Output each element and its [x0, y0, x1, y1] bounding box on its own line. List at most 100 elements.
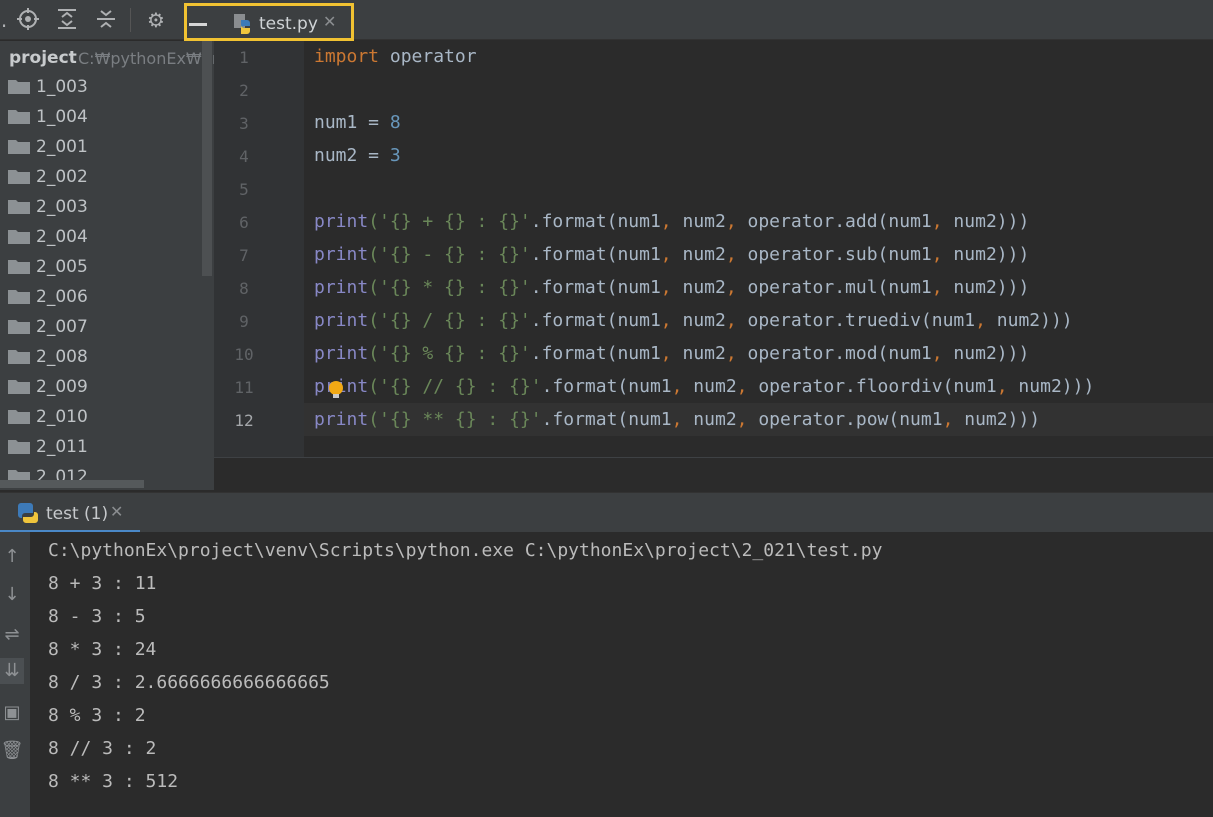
argument: num2)))	[942, 244, 1030, 265]
operator-call: operator.mul(num1	[736, 277, 932, 298]
argument: num2)))	[985, 310, 1073, 331]
folder-icon	[8, 170, 30, 184]
line-number: 3	[239, 114, 249, 133]
line-number: 2	[239, 81, 249, 100]
collapse-all-icon[interactable]	[94, 8, 118, 32]
code-line: print('{} + {} : {}'.format(num1, num2, …	[314, 211, 1030, 232]
tree-folder-item[interactable]: 2_007	[0, 313, 200, 343]
number-literal: 3	[389, 145, 401, 166]
tree-folder-item[interactable]: 2_006	[0, 283, 200, 313]
assignment: num1 =	[314, 112, 390, 133]
tree-folder-item[interactable]: 2_008	[0, 343, 200, 373]
format-call: .format(num1	[530, 211, 661, 232]
locate-icon[interactable]	[16, 8, 40, 32]
tree-folder-item[interactable]: 2_010	[0, 403, 200, 433]
run-tab[interactable]: test (1) ✕	[0, 493, 140, 533]
tree-folder-item[interactable]: 2_011	[0, 433, 200, 463]
code-editor[interactable]: import operator num1 = 8 num2 = 3 print('{}…	[304, 41, 1213, 457]
console-side-toolbar: ↑ ↓ ⇌ ⇊ ▣ 🗑	[0, 532, 30, 817]
tree-item-label: 2_008	[36, 347, 88, 367]
keyword: import	[314, 46, 380, 67]
close-tab-icon[interactable]: ✕	[323, 12, 336, 31]
builtin-function: print	[314, 244, 369, 265]
string-literal: ('{} - {} : {}'	[368, 244, 531, 265]
code-line: num2 = 3	[314, 145, 401, 166]
intention-bulb-icon[interactable]	[329, 381, 343, 398]
folder-icon	[8, 410, 30, 424]
operator-call: operator.mod(num1	[736, 343, 932, 364]
format-call: .format(num1	[541, 409, 672, 430]
builtin-function: print	[314, 277, 369, 298]
run-tab-label: test (1)	[46, 504, 109, 524]
tree-item-label: 2_009	[36, 377, 88, 397]
operator-call: operator.pow(num1	[747, 409, 943, 430]
tree-folder-item[interactable]: 2_003	[0, 193, 200, 223]
print-icon[interactable]: ▣	[0, 700, 24, 726]
tree-item-label: 2_005	[36, 257, 88, 277]
settings-icon[interactable]: ⚙	[144, 8, 168, 32]
code-line: print('{} - {} : {}'.format(num1, num2, …	[314, 244, 1030, 265]
assignment: num2 =	[314, 145, 390, 166]
folder-icon	[8, 200, 30, 214]
tab-label: test.py	[259, 14, 318, 34]
console-output-line: 8 + 3 : 11	[48, 573, 157, 594]
tree-item-label: 2_010	[36, 407, 88, 427]
string-literal: ('{} * {} : {}'	[368, 277, 531, 298]
down-arrow-icon[interactable]: ↓	[0, 582, 24, 608]
string-literal: ('{} % {} : {}'	[368, 343, 531, 364]
line-number: 5	[239, 180, 249, 199]
code-line: print('{} ** {} : {}'.format(num1, num2,…	[314, 409, 1041, 430]
folder-icon	[8, 440, 30, 454]
tree-item-label: 1_003	[36, 77, 88, 97]
tab-test-py[interactable]: test.py ✕	[184, 3, 354, 41]
trash-icon[interactable]: 🗑	[0, 738, 24, 764]
number-literal: 8	[389, 112, 401, 133]
tree-item-label: 2_001	[36, 137, 88, 157]
line-number: 12	[234, 411, 254, 430]
toolbar: . ⚙ test.py ✕	[0, 0, 1213, 41]
console-output-line: 8 / 3 : 2.6666666666666665	[48, 672, 330, 693]
run-console[interactable]: C:\pythonEx\project\venv\Scripts\python.…	[30, 532, 1213, 817]
tree-folder-item[interactable]: 2_005	[0, 253, 200, 283]
tree-folder-item[interactable]: 2_002	[0, 163, 200, 193]
builtin-function: print	[314, 409, 369, 430]
expand-all-icon[interactable]	[55, 8, 79, 32]
menu-dots-icon[interactable]: .	[0, 8, 16, 32]
console-output-line: 8 * 3 : 24	[48, 639, 157, 660]
tree-scrollbar[interactable]	[202, 41, 212, 276]
argument: num2	[682, 376, 737, 397]
operator-call: operator.sub(num1	[736, 244, 932, 265]
folder-icon	[8, 80, 30, 94]
close-run-tab-icon[interactable]: ✕	[110, 502, 123, 521]
tree-folder-item[interactable]: 1_003	[0, 73, 200, 103]
minimize-icon[interactable]	[189, 23, 207, 26]
console-output-line: 8 - 3 : 5	[48, 606, 146, 627]
scroll-to-end-icon[interactable]: ⇊	[0, 658, 24, 684]
argument: num2)))	[942, 277, 1030, 298]
tree-folder-item[interactable]: 2_004	[0, 223, 200, 253]
tree-folder-item[interactable]: 2_009	[0, 373, 200, 403]
tree-folder-item[interactable]: 2_001	[0, 133, 200, 163]
up-arrow-icon[interactable]: ↑	[0, 544, 24, 570]
format-call: .format(num1	[530, 310, 661, 331]
tree-horizontal-scrollbar[interactable]	[0, 480, 144, 488]
tree-item-label: 2_006	[36, 287, 88, 307]
folder-icon	[8, 350, 30, 364]
folder-icon	[8, 230, 30, 244]
console-output-line: 8 % 3 : 2	[48, 705, 146, 726]
tree-folder-item[interactable]: 1_004	[0, 103, 200, 133]
console-output-line: 8 ** 3 : 512	[48, 771, 179, 792]
builtin-function: print	[314, 211, 369, 232]
code-line: print('{} * {} : {}'.format(num1, num2, …	[314, 277, 1030, 298]
project-title[interactable]: project	[9, 48, 77, 68]
tree-item-label: 2_007	[36, 317, 88, 337]
soft-wrap-icon[interactable]: ⇌	[0, 622, 24, 648]
argument: num2)))	[942, 211, 1030, 232]
code-line: print('{} / {} : {}'.format(num1, num2, …	[314, 310, 1073, 331]
argument: num2)))	[953, 409, 1041, 430]
line-number: 10	[234, 345, 254, 364]
folder-icon	[8, 320, 30, 334]
project-path: C:₩pythonEx₩pr	[78, 49, 214, 68]
folder-icon	[8, 140, 30, 154]
argument: num2	[671, 211, 726, 232]
